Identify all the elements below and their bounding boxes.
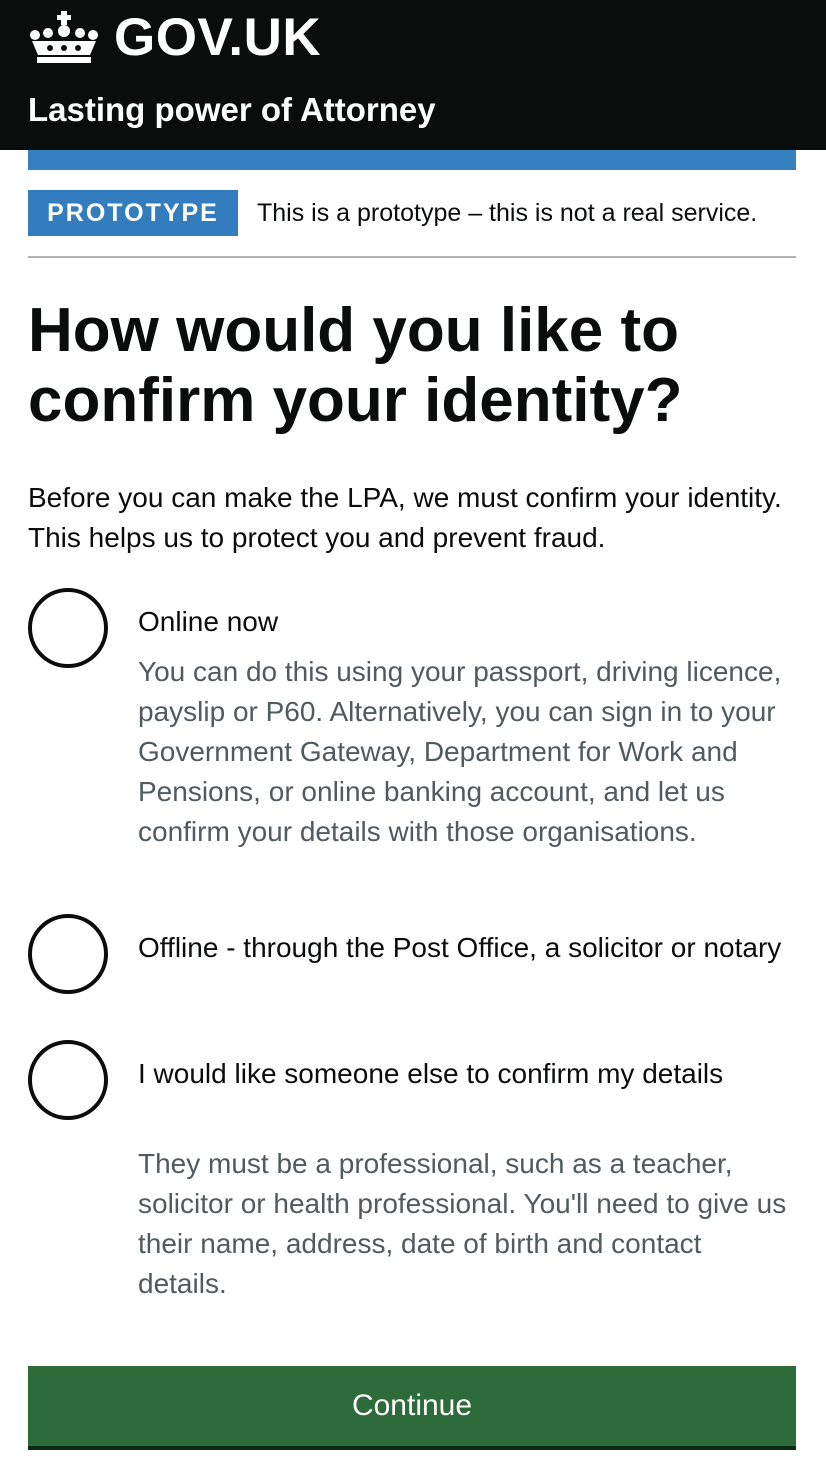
- site-header: GOV.UK Lasting power of Attorney: [0, 0, 826, 150]
- intro-text: Before you can make the LPA, we must con…: [28, 482, 782, 553]
- header-accent-bar: [28, 150, 796, 170]
- service-name-link[interactable]: Lasting power of Attorney: [28, 88, 436, 132]
- phase-tag: PROTOTYPE: [28, 190, 238, 236]
- radio-button[interactable]: [28, 588, 108, 668]
- radio-button[interactable]: [28, 1040, 108, 1120]
- radio-label[interactable]: I would like someone else to confirm my …: [138, 1054, 788, 1094]
- radio-label[interactable]: Online now: [138, 602, 788, 642]
- radio-label[interactable]: Offline - through the Post Office, a sol…: [138, 928, 788, 968]
- radio-hint: They must be a professional, such as a t…: [138, 1148, 787, 1299]
- crown-icon: [30, 11, 98, 63]
- phase-banner: PROTOTYPE This is a prototype – this is …: [28, 190, 796, 258]
- logo-text: GOV.UK: [114, 8, 322, 67]
- radio-hint: You can do this using your passport, dri…: [138, 656, 782, 847]
- govuk-logo-link[interactable]: GOV.UK: [28, 10, 321, 66]
- continue-button[interactable]: Continue: [28, 1366, 796, 1446]
- radio-button[interactable]: [28, 914, 108, 994]
- page-title: How would you like to confirm your ident…: [28, 296, 683, 435]
- phase-banner-text: This is a prototype – this is not a real…: [257, 199, 758, 227]
